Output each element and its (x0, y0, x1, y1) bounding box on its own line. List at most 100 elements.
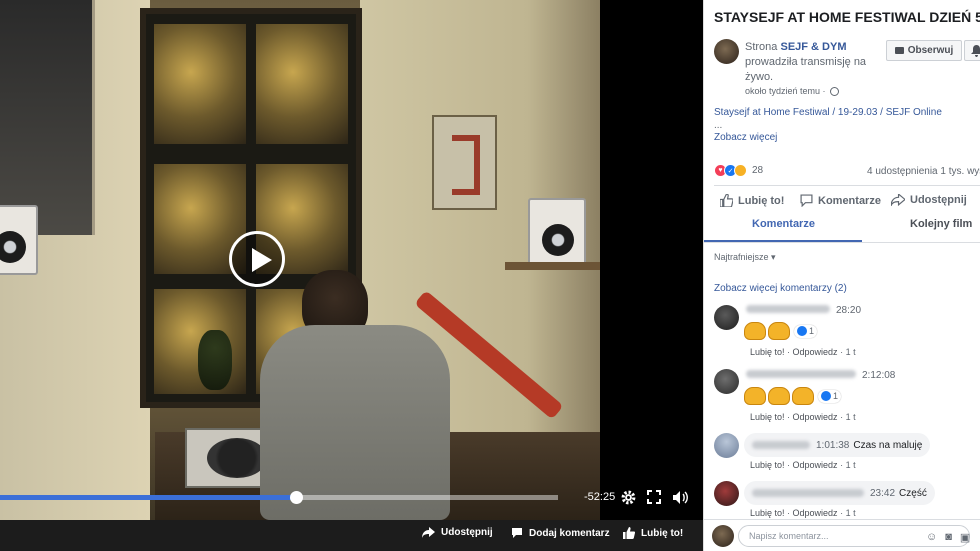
emoji-icon[interactable]: ☺ (926, 531, 937, 544)
video-add-comment-label: Dodaj komentarz (529, 527, 610, 539)
like-icon (623, 527, 635, 539)
follow-icon (894, 47, 904, 54)
comment-icon (800, 194, 813, 207)
video-add-comment-button[interactable]: Dodaj komentarz (511, 527, 610, 539)
comment-emoji-content: 1 (744, 322, 818, 340)
comment-reactions[interactable]: 1 (818, 389, 842, 403)
fist-bump-emoji-icon (768, 322, 790, 340)
page-avatar[interactable] (714, 39, 739, 64)
post-author-line: Strona SEJF & DYM prowadziła transmisję … (745, 40, 885, 85)
comment-age[interactable]: 1 t (846, 508, 856, 518)
like-reaction-icon (797, 326, 807, 336)
fist-bump-emoji-icon (744, 322, 766, 340)
fullscreen-icon[interactable] (644, 487, 664, 507)
comment-reply-link[interactable]: Odpowiedz (793, 412, 838, 422)
shares-views[interactable]: 4 udostępnienia 1 tys. wyświetleń (867, 166, 980, 177)
commenter-avatar[interactable] (714, 481, 739, 506)
comment-video-time[interactable]: 28:20 (836, 305, 861, 316)
composer-tools: ☺ ◙ ▣ (926, 531, 970, 544)
video-like-button[interactable]: Lubię to! (623, 527, 683, 539)
view-more-comments-link[interactable]: Zobacz więcej komentarzy (2) (714, 283, 847, 294)
video-progress-bar[interactable] (0, 491, 558, 504)
settings-icon[interactable] (618, 487, 638, 507)
time-remaining: -52:25 (584, 491, 616, 503)
current-user-avatar (712, 525, 734, 547)
clap-emoji-icon (768, 387, 790, 405)
tab-next-video[interactable]: Kolejny film (910, 218, 972, 230)
scene-speaker-right (528, 198, 586, 268)
author-suffix: prowadziła transmisję na żywo. (745, 56, 867, 83)
comment-actions: Lubię to! · Odpowiedz · 1 t (750, 460, 856, 470)
see-more-link[interactable]: Zobacz więcej (714, 132, 777, 143)
post-share-button[interactable]: Udostępnij (891, 194, 967, 206)
share-icon (422, 527, 435, 538)
comment-header: 2:12:08 (746, 370, 895, 381)
camera-icon[interactable]: ◙ (945, 531, 952, 544)
video-like-label: Lubię to! (641, 527, 684, 539)
wow-reaction-icon (734, 164, 747, 177)
commenter-avatar[interactable] (714, 305, 739, 330)
follow-label: Obserwuj (907, 45, 954, 56)
comment-actions: Lubię to! · Odpowiedz · 1 t (750, 508, 856, 518)
video-player[interactable]: -52:25 Udostępnij Dodaj komentarz Lubię … (0, 0, 703, 551)
commenter-name-blurred[interactable] (752, 441, 810, 449)
comment-bubble: 23:42 Część (744, 481, 935, 505)
post-sidebar: STAYSEJF AT HOME FESTIWAL DZIEŃ 5 Strona… (703, 0, 980, 551)
post-title: STAYSEJF AT HOME FESTIWAL DZIEŃ 5 (714, 9, 980, 25)
volume-icon[interactable] (670, 487, 690, 507)
comment-icon (512, 528, 522, 538)
globe-icon (829, 86, 839, 96)
video-share-button[interactable]: Udostępnij (422, 527, 493, 538)
commenter-name-blurred[interactable] (746, 370, 856, 378)
gif-icon[interactable]: ▣ (960, 531, 970, 544)
comment-like-link[interactable]: Lubię to! (750, 347, 785, 357)
facebook-video-viewer: -52:25 Udostępnij Dodaj komentarz Lubię … (0, 0, 980, 551)
scene-painting (432, 115, 497, 210)
video-frame[interactable] (0, 0, 600, 520)
reaction-summary[interactable]: ♥ ✓ 28 (714, 164, 763, 177)
bell-icon[interactable] (964, 40, 980, 61)
comment-bubble: 1:01:38 Czas na maluję (744, 433, 931, 457)
author-name-link[interactable]: SEJF & DYM (780, 41, 846, 53)
post-comment-label: Komentarze (818, 194, 881, 207)
post-like-label: Lubię to! (738, 194, 785, 207)
commenter-name-blurred[interactable] (746, 305, 830, 313)
commenter-avatar[interactable] (714, 433, 739, 458)
scene-shelf (505, 262, 600, 270)
divider (714, 185, 980, 186)
comment-reactions[interactable]: 1 (794, 324, 818, 338)
comment-age[interactable]: 1 t (846, 412, 856, 422)
scene-plant (198, 330, 232, 390)
comment-reaction-count: 1 (809, 326, 815, 336)
follow-button[interactable]: Obserwuj (886, 40, 962, 61)
share-icon (891, 194, 905, 206)
tab-comments[interactable]: Komentarze (752, 218, 815, 230)
comment-sort-dropdown[interactable]: Najtrafniejsze ▾ (714, 252, 776, 263)
comment-reply-link[interactable]: Odpowiedz (793, 347, 838, 357)
comment-like-link[interactable]: Lubię to! (750, 508, 785, 518)
comment-reply-link[interactable]: Odpowiedz (793, 460, 838, 470)
comment-like-link[interactable]: Lubię to! (750, 412, 785, 422)
comment-like-link[interactable]: Lubię to! (750, 460, 785, 470)
play-icon[interactable] (229, 231, 285, 287)
commenter-avatar[interactable] (714, 369, 739, 394)
scene-speaker-left (0, 205, 38, 275)
post-timestamp[interactable]: około tydzień temu · (745, 86, 826, 96)
comment-age[interactable]: 1 t (846, 347, 856, 357)
post-comment-button[interactable]: Komentarze (800, 194, 881, 207)
post-description-ellipsis: ... (714, 120, 723, 131)
comment-video-time[interactable]: 23:42 (870, 488, 895, 499)
commenter-name-blurred[interactable] (752, 489, 864, 497)
comment-video-time[interactable]: 1:01:38 (816, 440, 849, 451)
post-description: Staysejf at Home Festiwal / 19-29.03 / S… (714, 107, 942, 118)
clap-emoji-icon (744, 387, 766, 405)
comment-reply-link[interactable]: Odpowiedz (793, 508, 838, 518)
divider (704, 242, 980, 243)
comment-actions: Lubię to! · Odpowiedz · 1 t (750, 412, 856, 422)
comment-video-time[interactable]: 2:12:08 (862, 370, 895, 381)
video-progress-fill (0, 495, 296, 500)
comment-age[interactable]: 1 t (846, 460, 856, 470)
post-like-button[interactable]: Lubię to! (720, 194, 784, 207)
comment-header: 28:20 (746, 305, 861, 316)
video-progress-handle[interactable] (289, 491, 303, 504)
